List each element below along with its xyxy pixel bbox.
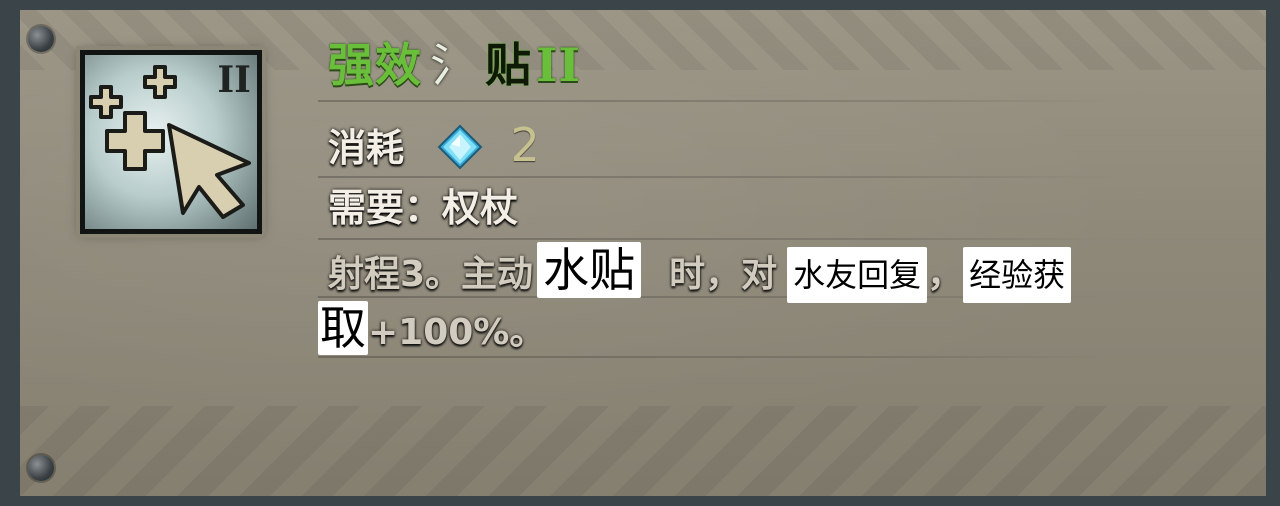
divider-line <box>318 176 1118 178</box>
translation-overlay: 水贴 <box>537 242 642 298</box>
description-line-2: 取+100%。 <box>318 300 545 356</box>
cost-row: 消耗 2 <box>328 115 540 175</box>
description-line-1: 射程3。主动 水贴 时，对 水友回复，经验获 <box>328 242 1072 303</box>
translation-overlay: 水友回复 <box>787 247 928 303</box>
skill-title-tier: II <box>536 38 582 92</box>
skill-title-glyph: 氵 <box>430 38 477 92</box>
requirement-text: 需要：权杖 <box>328 186 519 230</box>
blue-crystal-icon <box>437 124 483 169</box>
description-segment: 射程3。主动 <box>328 254 534 295</box>
divider-line <box>318 100 1118 102</box>
skill-title-part2: 贴 <box>485 38 532 92</box>
skill-tier-badge: II <box>217 59 251 101</box>
skill-title-part1: 强效 <box>328 38 422 92</box>
cost-value: 2 <box>510 118 540 172</box>
description-segment: 时，对 <box>669 254 778 295</box>
divider-line <box>318 356 1118 358</box>
divider-line <box>318 238 1118 240</box>
skill-title: 强效氵贴II <box>328 30 581 100</box>
description-segment: +100%。 <box>368 312 546 353</box>
cost-label: 消耗 <box>328 126 405 170</box>
translation-overlay: 取 <box>318 301 368 355</box>
skill-tooltip-panel: II 强效氵贴II 消耗 2 需要：权杖 射程3。主动 水贴 时，对 水友回复，经验获… <box>0 0 1280 506</box>
rivet-icon <box>28 455 54 481</box>
translation-overlay: 经验获 <box>963 247 1072 303</box>
rivet-icon <box>28 26 54 52</box>
skill-icon[interactable]: II <box>80 50 262 234</box>
panel-pattern-bottom <box>20 406 1266 496</box>
description-segment: ， <box>927 254 964 295</box>
